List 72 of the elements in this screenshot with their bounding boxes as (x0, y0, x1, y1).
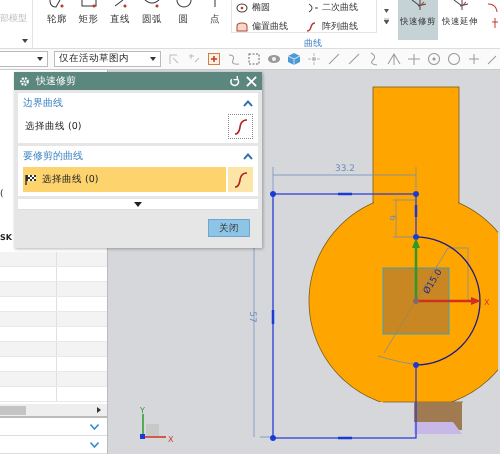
point-icon (213, 0, 218, 8)
chevron-icon[interactable] (90, 424, 99, 430)
tool-button[interactable]: 偏置曲线 (236, 20, 306, 33)
tool-button[interactable]: 二次曲线 (306, 1, 376, 14)
perpendicular-icon[interactable] (407, 52, 421, 66)
collapse-icon[interactable] (243, 100, 253, 106)
reset-icon[interactable] (229, 76, 240, 86)
tool-button[interactable]: 阵列曲线 (306, 20, 376, 33)
section-title: 要修剪的曲线 (23, 150, 83, 163)
tool-button[interactable]: 矩形 (72, 0, 104, 30)
dimension-label: 33.2 (334, 164, 356, 174)
triad-drawing (140, 414, 166, 439)
curve-icon (306, 22, 318, 32)
group-label: 曲线 (303, 38, 323, 48)
tool-button[interactable]: 点 (199, 0, 232, 30)
select-label: 选择曲线 (0) (25, 120, 82, 133)
plus-icon[interactable] (467, 52, 481, 66)
dimension-label: 57 (247, 311, 257, 323)
circle-icon[interactable] (427, 52, 441, 66)
scroll-bar[interactable] (0, 404, 107, 418)
dialog-title: 快速修剪 (36, 74, 77, 88)
dimension-label: 6 (387, 215, 397, 221)
tool-button[interactable]: 轮廓 (41, 0, 73, 30)
cube-icon[interactable] (287, 52, 301, 66)
select-label: 选择曲线 (0) (42, 173, 98, 186)
add-icon[interactable] (207, 52, 221, 66)
line-icon[interactable] (327, 52, 341, 66)
panel-text: SK (0, 233, 12, 242)
curve-button[interactable] (228, 114, 253, 139)
close-button[interactable]: 关闭 (208, 219, 250, 237)
chevron-icon[interactable] (90, 442, 99, 448)
tool-button[interactable]: 直线 (104, 0, 136, 30)
flag-icon (25, 174, 37, 185)
select-row[interactable]: 选择曲线 (0) (23, 167, 226, 192)
curve-icon (232, 118, 248, 136)
ellipse-icon (236, 2, 248, 12)
curve-icon[interactable] (227, 52, 241, 66)
close-icon[interactable] (246, 76, 257, 86)
panel-text: ( (0, 189, 4, 199)
offset-icon (236, 22, 248, 32)
tool-button[interactable]: 圆弧 (136, 0, 168, 30)
circle-icon[interactable] (447, 52, 461, 66)
scope-dropdown[interactable]: 仅在活动草图内 (54, 50, 161, 67)
tool-button[interactable]: 圆 (168, 0, 200, 30)
caret-icon (37, 56, 43, 61)
conic-icon (306, 2, 318, 12)
tool-button[interactable]: 快速延伸 (440, 0, 480, 40)
caret-icon[interactable] (22, 39, 28, 43)
group-label: 部模型 (0, 12, 27, 25)
arc-icon (142, 0, 161, 8)
expand-icon[interactable] (134, 202, 142, 206)
axis-label: X (168, 435, 174, 444)
rectangle-icon (80, 0, 98, 8)
axis-label: Y (140, 406, 145, 415)
axis-label: X (484, 298, 490, 307)
select-row[interactable]: 选择曲线 (0) (23, 114, 226, 139)
snap-icon[interactable] (167, 52, 181, 66)
curve-icon (232, 170, 248, 188)
caret-icon[interactable] (384, 8, 388, 13)
tool-button[interactable]: 快速修剪 (398, 0, 438, 40)
collapse-icon[interactable] (243, 152, 253, 160)
section-title: 边界曲线 (23, 96, 63, 110)
tool-button[interactable]: 椭圆 (236, 1, 306, 14)
caret-icon (150, 56, 156, 61)
profile-icon (48, 0, 66, 8)
selection-box-icon[interactable] (247, 52, 261, 66)
intersection-icon[interactable] (387, 52, 401, 66)
line-icon[interactable] (347, 52, 361, 66)
settings-icon[interactable] (19, 76, 30, 86)
more-icon[interactable] (384, 18, 388, 24)
filter-dropdown[interactable] (0, 50, 48, 67)
point-icon[interactable] (307, 52, 321, 66)
